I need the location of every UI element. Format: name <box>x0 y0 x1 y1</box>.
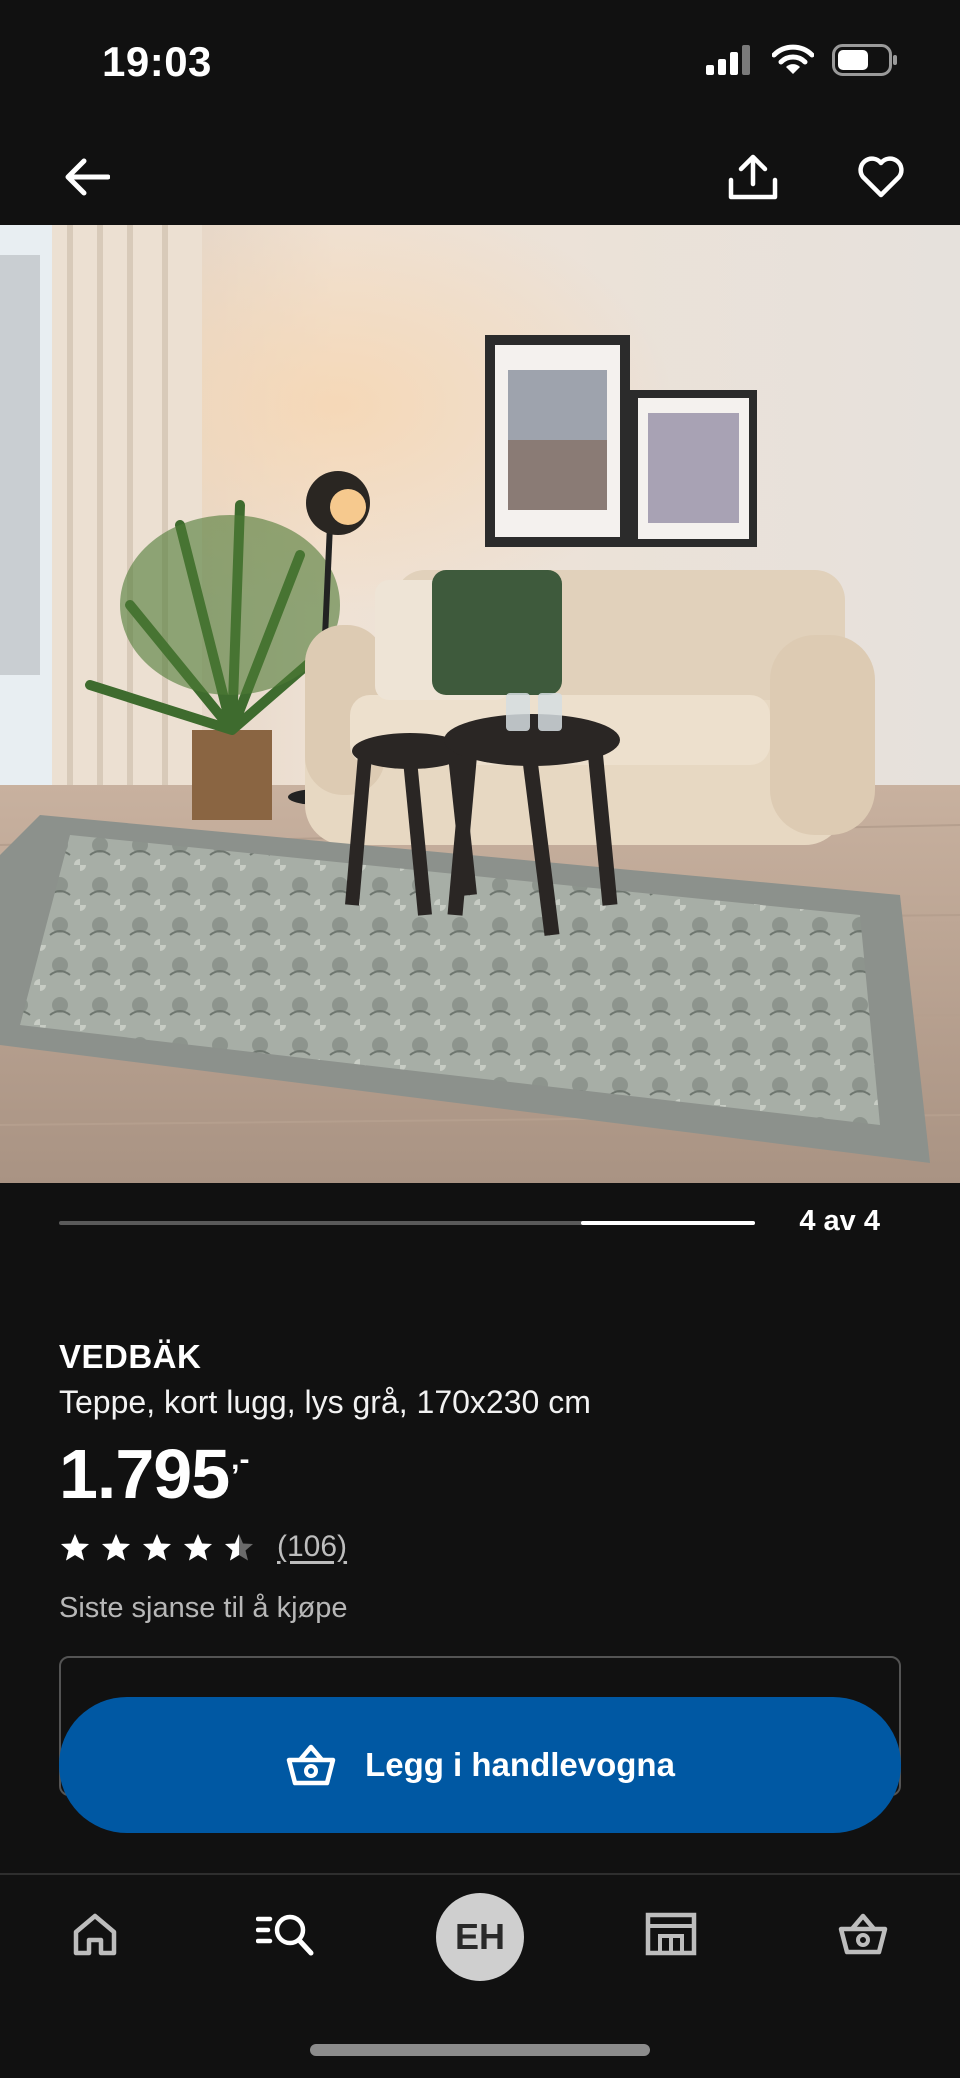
tab-search[interactable] <box>238 1889 334 1979</box>
product-image[interactable] <box>0 225 960 1183</box>
status-time: 19:03 <box>102 38 212 85</box>
star-icon <box>61 1534 89 1561</box>
star-icon <box>102 1534 130 1561</box>
search-icon <box>256 1914 314 1956</box>
store-icon <box>645 1912 697 1956</box>
tab-store[interactable] <box>623 1889 719 1979</box>
star-icon <box>225 1534 253 1561</box>
star-icon <box>143 1534 171 1561</box>
room-scene-illustration <box>0 225 960 1183</box>
back-arrow-icon <box>65 158 110 196</box>
price-value: 1.795 <box>59 1435 230 1513</box>
favorite-button[interactable] <box>846 142 916 212</box>
product-name: VEDBÄK <box>59 1338 202 1375</box>
share-button[interactable] <box>718 142 788 212</box>
add-to-cart-label: Legg i handlevogna <box>365 1746 675 1783</box>
heart-icon <box>858 156 904 198</box>
star-icon <box>184 1534 212 1561</box>
availability-text: Siste sjanse til å kjøpe <box>59 1592 348 1624</box>
basket-icon <box>286 1744 336 1786</box>
rating-stars <box>59 1532 255 1562</box>
top-nav <box>0 120 960 225</box>
add-to-cart-button[interactable]: Legg i handlevogna <box>59 1697 901 1833</box>
image-carousel-indicator: 4 av 4 <box>0 1183 960 1263</box>
carousel-progress-track <box>59 1221 755 1225</box>
status-bar: 19:03 <box>0 0 960 120</box>
bottom-nav: EH <box>0 1875 960 1995</box>
carousel-progress-fill <box>581 1221 755 1225</box>
product-description: Teppe, kort lugg, lys grå, 170x230 cm <box>59 1384 591 1420</box>
review-count-link[interactable]: (106) <box>277 1530 347 1564</box>
tab-cart[interactable] <box>815 1889 911 1979</box>
cart-icon <box>838 1913 888 1955</box>
price-suffix: ,- <box>231 1443 250 1476</box>
wifi-icon <box>772 44 814 74</box>
product-price: 1.795 ,- <box>59 1434 250 1514</box>
status-icons <box>706 44 898 76</box>
home-icon <box>73 1913 117 1956</box>
signal-icon <box>706 45 750 75</box>
product-rating[interactable]: (106) <box>59 1530 347 1564</box>
home-indicator <box>310 2044 650 2056</box>
tab-home[interactable] <box>47 1889 143 1979</box>
profile-avatar[interactable]: EH <box>436 1893 524 1981</box>
carousel-counter: 4 av 4 <box>799 1205 880 1237</box>
share-icon <box>728 154 778 200</box>
battery-icon <box>832 44 897 76</box>
back-button[interactable] <box>52 142 122 212</box>
